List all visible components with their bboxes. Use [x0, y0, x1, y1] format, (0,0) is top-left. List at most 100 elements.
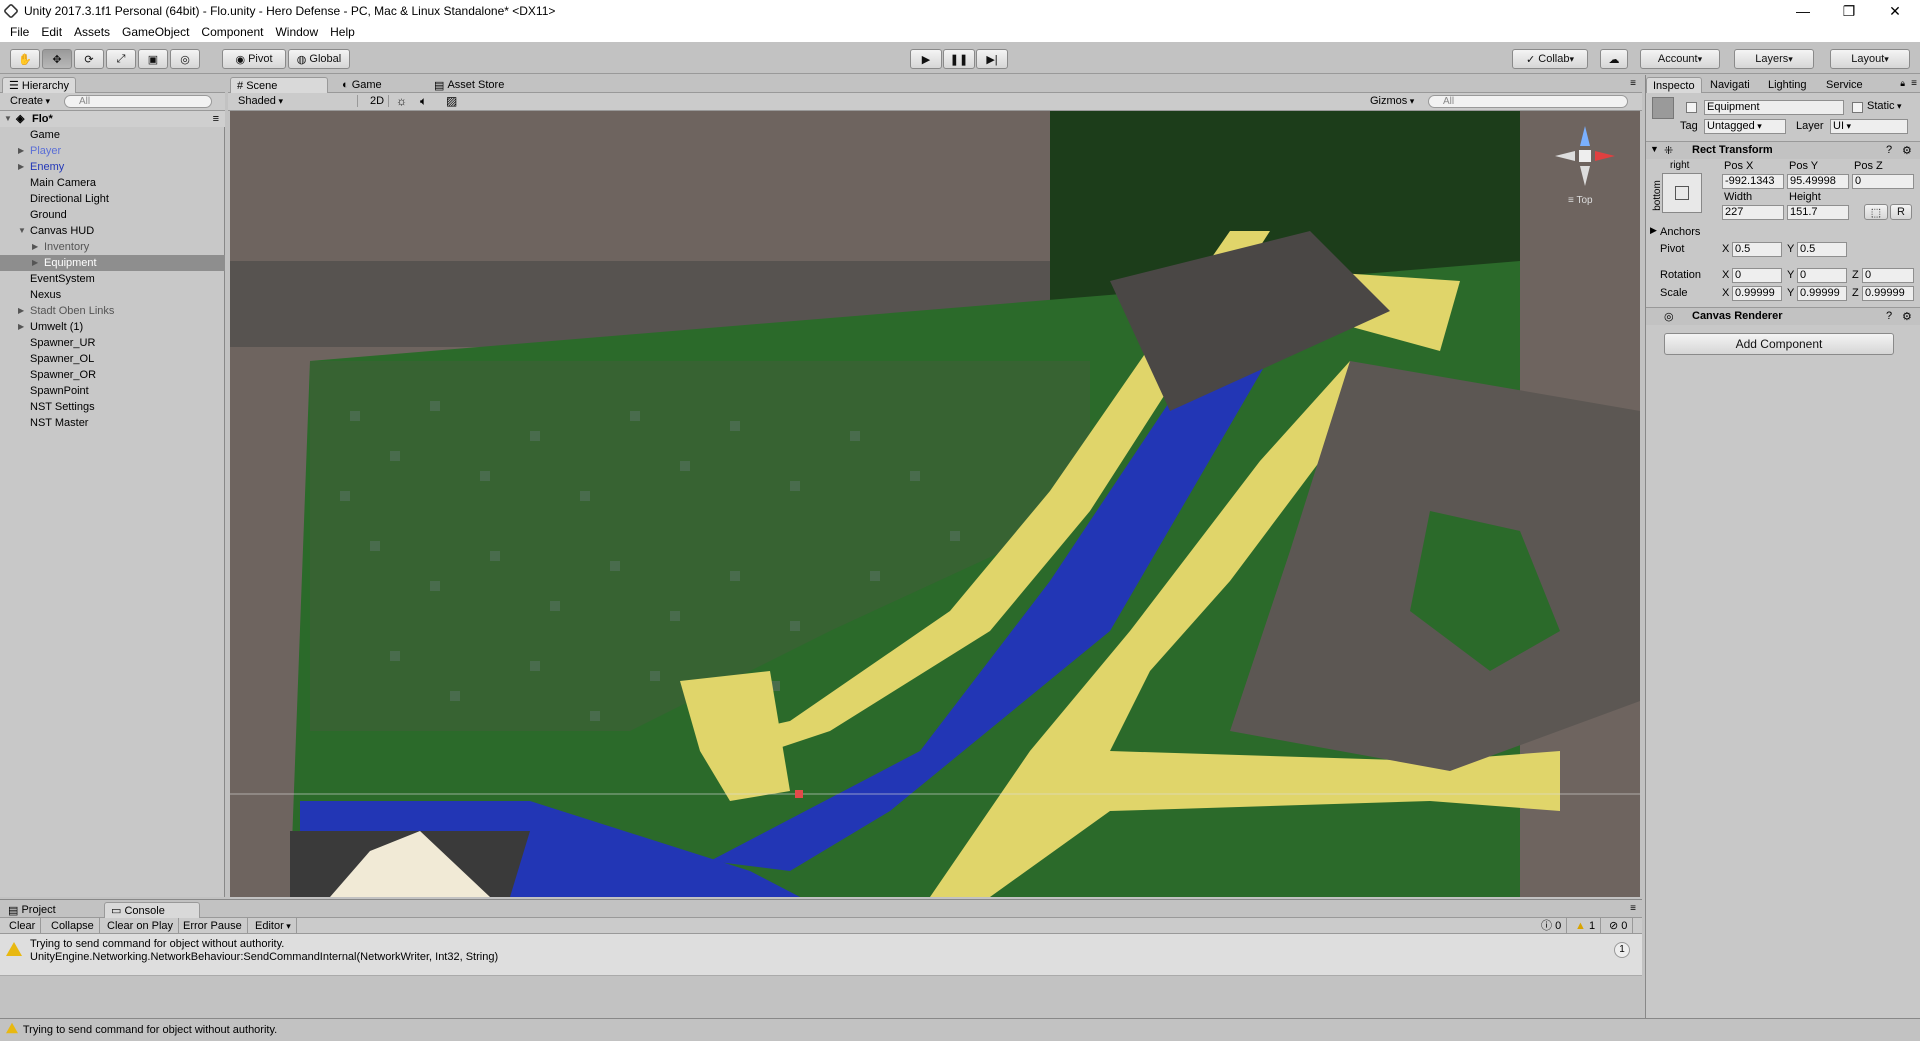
layout-dropdown[interactable]: Layout: [1830, 49, 1910, 69]
inspector-menu-icon[interactable]: ≡: [1911, 78, 1917, 89]
anchors-foldout[interactable]: Anchors: [1660, 226, 1700, 238]
transform-tool-icon[interactable]: ◎: [170, 49, 200, 69]
pivot-x-field[interactable]: 0.5: [1732, 242, 1782, 257]
menu-file[interactable]: File: [4, 25, 35, 39]
audio-toggle-icon[interactable]: 🔈︎: [420, 94, 427, 109]
tab-asset-store[interactable]: ▤ Asset Store: [428, 77, 510, 93]
hierarchy-item[interactable]: EventSystem: [0, 271, 225, 287]
error-pause-button[interactable]: Error Pause: [178, 918, 248, 934]
rot-y-field[interactable]: 0: [1797, 268, 1847, 283]
collapsed-arrow-icon[interactable]: ▶: [32, 255, 38, 271]
cloud-icon[interactable]: ☁: [1600, 49, 1628, 69]
blueprint-mode-button[interactable]: ⬚: [1864, 204, 1888, 220]
expand-arrow-icon[interactable]: ▼: [4, 111, 12, 127]
lighting-toggle-icon[interactable]: ☼: [396, 94, 407, 108]
hierarchy-item[interactable]: ▶ Stadt Oben Links: [0, 303, 225, 319]
expanded-arrow-icon[interactable]: ▼: [18, 223, 26, 239]
posx-field[interactable]: -992.1343: [1722, 174, 1784, 189]
scene-gizmo[interactable]: ≡ Top: [1550, 121, 1620, 211]
hierarchy-item[interactable]: NST Master: [0, 415, 225, 431]
hierarchy-item[interactable]: ▶ Enemy: [0, 159, 225, 175]
error-count-toggle[interactable]: ⊘ 0: [1604, 918, 1634, 934]
account-dropdown[interactable]: Account: [1640, 49, 1720, 69]
hierarchy-item[interactable]: ▶ Umwelt (1): [0, 319, 225, 335]
menu-gameobject[interactable]: GameObject: [116, 25, 195, 39]
object-name-field[interactable]: Equipment: [1704, 100, 1844, 115]
scale-x-field[interactable]: 0.99999: [1732, 286, 1782, 301]
effects-toggle-icon[interactable]: ▨: [446, 94, 457, 108]
layer-dropdown[interactable]: UI: [1830, 119, 1908, 134]
hierarchy-item[interactable]: NST Settings: [0, 399, 225, 415]
add-component-button[interactable]: Add Component: [1664, 333, 1894, 355]
clear-on-play-button[interactable]: Clear on Play: [102, 918, 180, 934]
rect-tool-icon[interactable]: ▣: [138, 49, 168, 69]
hierarchy-item[interactable]: Spawner_UR: [0, 335, 225, 351]
hierarchy-item[interactable]: Spawner_OR: [0, 367, 225, 383]
tab-lighting[interactable]: Lighting: [1762, 77, 1813, 93]
scale-tool-icon[interactable]: ⤢: [106, 49, 136, 69]
close-button[interactable]: ✕: [1872, 0, 1918, 22]
posz-field[interactable]: 0: [1852, 174, 1914, 189]
help-icon[interactable]: ?: [1886, 144, 1892, 156]
scene-root-row[interactable]: ▼ ◈ Flo* ≡: [0, 111, 225, 127]
gear-icon[interactable]: ⚙: [1902, 144, 1912, 157]
collapsed-arrow-icon[interactable]: ▶: [18, 159, 24, 175]
pivot-y-field[interactable]: 0.5: [1797, 242, 1847, 257]
anchor-preset-button[interactable]: [1662, 173, 1702, 213]
static-checkbox[interactable]: [1852, 102, 1863, 113]
posy-field[interactable]: 95.49998: [1787, 174, 1849, 189]
tab-navigation[interactable]: Navigati: [1704, 77, 1756, 93]
console-entry[interactable]: Trying to send command for object withou…: [0, 934, 1642, 976]
tab-services[interactable]: Service: [1820, 77, 1869, 93]
tab-project[interactable]: ▤ Project: [2, 902, 62, 918]
menu-help[interactable]: Help: [324, 25, 361, 39]
tab-scene[interactable]: # Scene: [230, 77, 328, 93]
tab-game[interactable]: ◐ Game: [336, 77, 388, 93]
menu-component[interactable]: Component: [195, 25, 269, 39]
rot-z-field[interactable]: 0: [1862, 268, 1914, 283]
pause-button[interactable]: ❚❚: [943, 49, 975, 69]
scale-z-field[interactable]: 0.99999: [1862, 286, 1914, 301]
collapsed-arrow-icon[interactable]: ▶: [18, 303, 24, 319]
step-button[interactable]: ▶|: [976, 49, 1008, 69]
menu-edit[interactable]: Edit: [35, 25, 68, 39]
scale-y-field[interactable]: 0.99999: [1797, 286, 1847, 301]
anchors-arrow-icon[interactable]: ▶: [1650, 225, 1657, 236]
warning-count-toggle[interactable]: ▲ 1: [1570, 918, 1602, 934]
tab-console[interactable]: ▭ Console: [104, 902, 200, 918]
height-field[interactable]: 151.7: [1787, 205, 1849, 220]
console-menu-icon[interactable]: ≡: [1630, 903, 1636, 914]
rot-x-field[interactable]: 0: [1732, 268, 1782, 283]
rect-transform-header[interactable]: ▼ ⁜ Rect Transform ? ⚙: [1646, 141, 1920, 159]
move-tool-icon[interactable]: ✥: [42, 49, 72, 69]
static-label[interactable]: Static: [1867, 100, 1902, 112]
hierarchy-item[interactable]: Ground: [0, 207, 225, 223]
minimize-button[interactable]: —: [1780, 0, 1826, 22]
canvas-renderer-header[interactable]: ◎ Canvas Renderer ? ⚙: [1646, 307, 1920, 325]
restore-button[interactable]: ❐: [1826, 0, 1872, 22]
hierarchy-item[interactable]: ▶ Inventory: [0, 239, 225, 255]
active-checkbox[interactable]: [1686, 102, 1697, 113]
hierarchy-search-input[interactable]: All: [64, 95, 212, 108]
create-dropdown[interactable]: Create: [10, 95, 50, 107]
status-bar[interactable]: Trying to send command for object withou…: [0, 1018, 1920, 1040]
hand-tool-icon[interactable]: ✋: [10, 49, 40, 69]
gear-icon[interactable]: ⚙: [1902, 310, 1912, 323]
play-button[interactable]: ▶: [910, 49, 942, 69]
tab-hierarchy[interactable]: ☰ Hierarchy: [2, 77, 76, 93]
tab-inspector[interactable]: Inspecto: [1646, 77, 1702, 93]
global-toggle[interactable]: ◍ Global: [288, 49, 350, 69]
hierarchy-item[interactable]: ▶ Equipment: [0, 255, 225, 271]
collapsed-arrow-icon[interactable]: ▶: [18, 143, 24, 159]
collab-dropdown[interactable]: ✓ Collab: [1512, 49, 1588, 69]
collapse-button[interactable]: Collapse: [46, 918, 100, 934]
hierarchy-item[interactable]: ▼ Canvas HUD: [0, 223, 225, 239]
editor-dropdown[interactable]: Editor: [250, 918, 297, 934]
gizmos-dropdown[interactable]: Gizmos: [1370, 95, 1414, 107]
hierarchy-item[interactable]: SpawnPoint: [0, 383, 225, 399]
shading-dropdown[interactable]: Shaded: [238, 95, 358, 107]
hierarchy-item[interactable]: Main Camera: [0, 175, 225, 191]
menu-assets[interactable]: Assets: [68, 25, 116, 39]
raw-edit-button[interactable]: R: [1890, 204, 1912, 220]
hierarchy-item[interactable]: Game: [0, 127, 225, 143]
